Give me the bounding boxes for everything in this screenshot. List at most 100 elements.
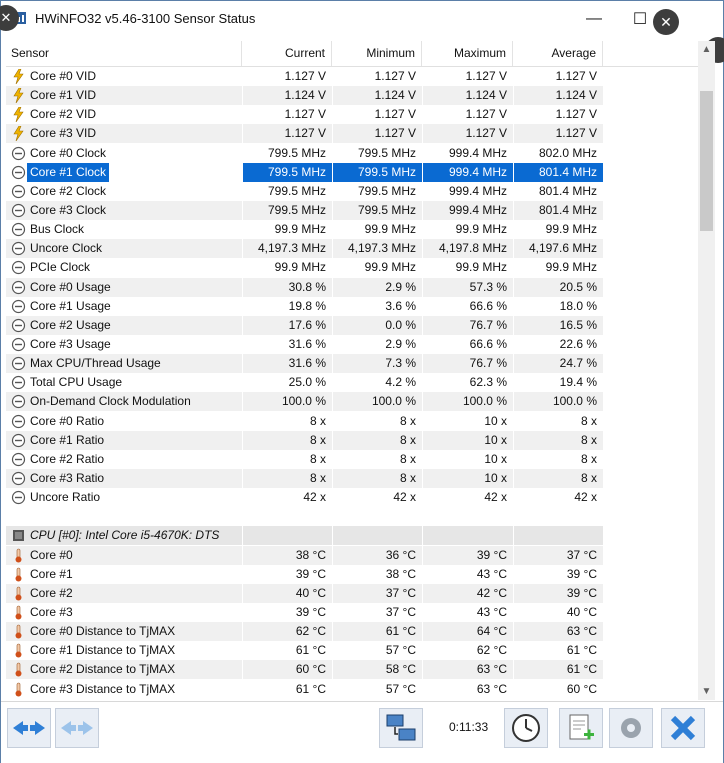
table-row[interactable]: Core #3 Usage 31.6 % 2.9 % 66.6 % 22.6 %	[6, 335, 698, 354]
cell-current: 799.5 MHz	[267, 183, 326, 198]
table-row[interactable]: Core #3 Distance to TjMAX 61 °C 57 °C 63 °C…	[6, 680, 698, 699]
table-row[interactable]: Core #3 Clock 799.5 MHz 799.5 MHz 999.4 MHz…	[6, 200, 698, 220]
table-row[interactable]: Core #1 Distance to TjMAX 61 °C 57 °C 62 °C…	[6, 641, 698, 660]
table-row[interactable]: Core #1 Usage 19.8 % 3.6 % 66.6 % 18.0 %	[6, 297, 698, 316]
settings-button[interactable]	[609, 708, 653, 748]
sensor-label: Core #3 Distance to TjMAX	[30, 681, 176, 696]
table-row[interactable]: Core #0 Distance to TjMAX 62 °C 61 °C 64 °C…	[6, 622, 698, 642]
sensor-label: Core #1	[30, 566, 73, 581]
table-row[interactable]: Core #1 Ratio 8 x8 x 10 x8 x	[6, 430, 698, 450]
table-row[interactable]: Core #2 40 °C 37 °C 42 °C 39 °C	[6, 583, 698, 603]
cell-sensor: CPU [#0]: Intel Core i5-4670K: DTS	[6, 526, 242, 546]
cell-minimum: 7.3 %	[333, 354, 422, 374]
cell-average: 61 °C	[566, 643, 597, 658]
table-row[interactable]: Core #1 VID 1.124 V 1.124 V 1.124 V 1.124 V	[6, 86, 698, 106]
table-row[interactable]: Core #0 38 °C 36 °C 39 °C 37 °C	[6, 545, 698, 565]
table-row[interactable]: Core #2 Clock 799.5 MHz 799.5 MHz 999.4 MHz…	[6, 182, 698, 201]
scroll-down-arrow-icon[interactable]: ▼	[698, 683, 715, 700]
table-row[interactable]: Uncore Clock 4,197.3 MHz 4,197.3 MHz 4,197.…	[6, 239, 698, 259]
cell-maximum: 1.127 V	[465, 69, 507, 83]
network-icon	[386, 714, 416, 741]
column-header-maximum[interactable]: Maximum	[422, 41, 513, 66]
close-sensors-button[interactable]	[661, 708, 705, 748]
table-row[interactable]: Core #0 VID 1.127 V 1.127 V 1.127 V 1.127 V	[6, 67, 698, 86]
group-header-row[interactable]: CPU [#0]: Intel Core i5-4670K: DTS	[6, 526, 698, 546]
cell-current: 62 °C	[243, 622, 332, 642]
cell-maximum: 1.127 V	[423, 124, 513, 144]
voltage-bolt-icon	[11, 87, 26, 104]
cell-average: 18.0 %	[559, 298, 597, 313]
thermometer-icon	[11, 605, 26, 620]
cell-average: 63 °C	[514, 622, 603, 642]
cell-average: 802.0 MHz	[538, 145, 597, 160]
table-row[interactable]: Core #1 39 °C 38 °C 43 °C 39 °C	[6, 565, 698, 584]
table-row[interactable]: Core #2 Distance to TjMAX 60 °C 58 °C 63 °C…	[6, 660, 698, 680]
gauge-icon	[11, 184, 26, 199]
table-row[interactable]: Core #2 Ratio 8 x 8 x 10 x 8 x	[6, 450, 698, 469]
clock-button[interactable]	[504, 708, 548, 748]
sensor-table[interactable]: Sensor Current Minimum Maximum Average C…	[6, 41, 698, 700]
title-bar[interactable]: HWiNFO32 v5.46-3100 Sensor Status — ☐ ✕ …	[0, 1, 723, 37]
table-row[interactable]: Core #3 Ratio 8 x8 x 10 x8 x	[6, 468, 698, 488]
table-row[interactable]: Total CPU Usage 25.0 % 4.2 % 62.3 % 19.4 %	[6, 373, 698, 392]
column-header-average[interactable]: Average	[513, 41, 603, 66]
table-row[interactable]: Core #0 Usage 30.8 % 2.9 % 57.3 % 20.5 %	[6, 277, 698, 297]
overlay-close-button[interactable]: ✕	[653, 9, 679, 35]
cell-maximum: 43 °C	[476, 566, 507, 581]
sensor-label: On-Demand Clock Modulation	[30, 394, 191, 409]
cell-maximum: 39 °C	[423, 545, 513, 565]
sensor-label: Uncore Clock	[30, 241, 103, 256]
table-row[interactable]: Core #2 VID 1.127 V 1.127 V 1.127 V 1.127 V	[6, 105, 698, 124]
cell-minimum: 8 x	[333, 430, 422, 450]
table-row[interactable]: Core #1 Clock 799.5 MHz 799.5 MHz 999.4 MHz…	[6, 162, 698, 182]
cell-current: 31.6 %	[243, 354, 332, 374]
cell-minimum: 3.6 %	[385, 298, 416, 313]
table-header: Sensor Current Minimum Maximum Average	[6, 41, 698, 67]
window-title: HWiNFO32 v5.46-3100 Sensor Status	[35, 11, 256, 26]
column-header-current[interactable]: Current	[242, 41, 332, 66]
table-row[interactable]: Uncore Ratio 42 x 42 x 42 x 42 x	[6, 488, 698, 507]
table-row[interactable]: On-Demand Clock Modulation 100.0 % 100.0 %…	[6, 392, 698, 412]
table-row[interactable]: Core #0 Ratio 8 x 8 x 10 x 8 x	[6, 412, 698, 431]
cell-maximum: 100.0 %	[423, 392, 513, 412]
cell-maximum: 10 x	[423, 430, 513, 450]
cell-current: 60 °C	[243, 660, 332, 680]
cell-minimum: 99.9 MHz	[364, 260, 416, 275]
cell-minimum: 37 °C	[385, 604, 416, 619]
nav-arrows-disabled-button[interactable]	[55, 708, 99, 748]
column-header-sensor[interactable]: Sensor	[6, 41, 242, 66]
sensor-label: Core #1 Ratio	[30, 432, 105, 447]
cell-maximum: 43 °C	[476, 604, 507, 619]
cell-minimum: 42 x	[393, 490, 416, 505]
table-row[interactable]: Core #0 Clock 799.5 MHz 799.5 MHz 999.4 MHz…	[6, 144, 698, 163]
table-row[interactable]: Max CPU/Thread Usage 31.6 % 7.3 % 76.7 % 24.…	[6, 354, 698, 374]
table-row[interactable]: Core #2 Usage 17.6 % 0.0 % 76.7 % 16.5 %	[6, 315, 698, 335]
cell-minimum: 2.9 %	[385, 336, 416, 351]
cell-maximum: 63 °C	[476, 681, 507, 696]
cell-minimum: 1.127 V	[374, 107, 416, 122]
table-row[interactable]: Core #3 VID 1.127 V 1.127 V 1.127 V 1.127 V	[6, 124, 698, 144]
sensor-label: Core #3 Usage	[30, 336, 111, 351]
cell-average: 1.127 V	[555, 107, 597, 122]
cell-minimum: 799.5 MHz	[333, 200, 422, 220]
vertical-scrollbar[interactable]: ▲ ▼	[698, 41, 715, 700]
overlay-close-icon[interactable]: ✕	[0, 5, 19, 31]
minimize-button[interactable]: —	[571, 1, 617, 37]
cell-average: 8 x	[514, 430, 603, 450]
cell-current: 799.5 MHz	[243, 162, 332, 182]
scrollbar-thumb[interactable]	[700, 91, 713, 231]
network-button[interactable]	[379, 708, 423, 748]
gauge-icon	[11, 433, 26, 448]
column-header-minimum[interactable]: Minimum	[332, 41, 422, 66]
scroll-up-arrow-icon[interactable]: ▲	[698, 41, 715, 58]
gauge-icon	[11, 452, 26, 467]
table-row[interactable]: Bus Clock 99.9 MHz 99.9 MHz 99.9 MHz 99.9 MH…	[6, 220, 698, 239]
cell-minimum: 799.5 MHz	[357, 183, 416, 198]
table-row[interactable]: PCIe Clock 99.9 MHz 99.9 MHz 99.9 MHz 99.9 M…	[6, 258, 698, 277]
report-add-icon	[569, 714, 594, 740]
sensor-label: Core #1 Usage	[30, 298, 111, 313]
report-add-button[interactable]	[559, 708, 603, 748]
table-row[interactable]: Core #3 39 °C 37 °C 43 °C 40 °C	[6, 603, 698, 622]
nav-arrows-button[interactable]	[7, 708, 51, 748]
cell-current: 99.9 MHz	[274, 260, 326, 275]
